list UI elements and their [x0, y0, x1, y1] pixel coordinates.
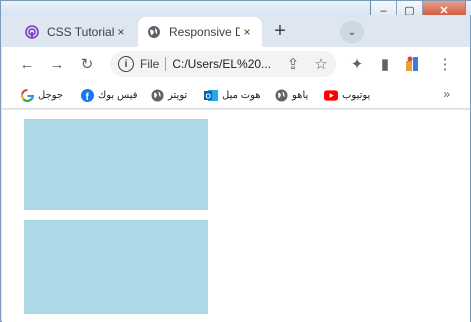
bookmark-label: يوتيوب [342, 89, 371, 101]
bookmark-label: جوجل [38, 89, 64, 101]
bookmark-hotmail[interactable]: O هوت ميل [204, 86, 261, 104]
tab-strip: CSS Tutorial × Responsive D × + ⌄ [2, 15, 470, 47]
back-icon[interactable]: ← [18, 55, 36, 73]
share-icon[interactable]: ⇪ [284, 55, 302, 73]
bookmark-twitter[interactable]: تويتر [150, 86, 187, 104]
outlook-icon: O [204, 88, 218, 102]
globe-icon [146, 24, 162, 40]
youtube-icon [324, 88, 338, 102]
tab-responsive-design[interactable]: Responsive D × [138, 17, 262, 47]
bookmark-facebook[interactable]: f فيس بوك [80, 86, 138, 104]
side-panel-icon[interactable]: ▮ [376, 55, 394, 73]
star-icon[interactable]: ☆ [312, 55, 330, 73]
bookmark-label: فيس بوك [98, 89, 138, 101]
profile-avatar-icon[interactable] [404, 55, 422, 73]
bookmark-label: هوت ميل [222, 89, 261, 101]
tab-search-button[interactable]: ⌄ [340, 21, 364, 43]
extensions-icon[interactable]: ✦ [348, 55, 366, 73]
info-icon[interactable]: i [118, 56, 134, 72]
svg-text:O: O [206, 93, 212, 100]
forward-icon[interactable]: → [48, 55, 66, 73]
bookmark-yahoo[interactable]: ياهو [274, 86, 308, 104]
address-bar[interactable]: i File C:/Users/EL%20... [110, 51, 336, 77]
bookmarks-overflow-icon[interactable]: » [443, 87, 450, 101]
light-blue-box [24, 220, 208, 314]
bookmark-youtube[interactable]: يوتيوب [324, 86, 370, 104]
close-icon[interactable]: × [240, 25, 254, 39]
browser-window: – ▢ ✕ CSS Tutorial × Responsive D × + ⌄ … [0, 0, 471, 322]
tab-title: CSS Tutorial [47, 25, 114, 39]
menu-icon[interactable]: ⋮ [436, 55, 454, 73]
tab-css-tutorial[interactable]: CSS Tutorial × [16, 17, 136, 47]
google-icon [20, 88, 34, 102]
bookmarks-bar: جوجل f فيس بوك تويتر O هوت ميل ياهو يوتي… [2, 81, 470, 109]
light-blue-box [24, 119, 208, 210]
globe-icon [150, 88, 164, 102]
url-scheme: File [140, 57, 160, 71]
close-icon[interactable]: × [114, 25, 128, 39]
bookmark-label: تويتر [168, 89, 188, 101]
page-viewport [2, 110, 470, 322]
divider [165, 57, 167, 71]
reload-icon[interactable]: ↻ [78, 55, 96, 73]
new-tab-button[interactable]: + [267, 21, 293, 43]
globe-icon [274, 88, 288, 102]
bookmark-label: ياهو [292, 89, 309, 101]
toolbar: ← → ↻ i File C:/Users/EL%20... ⇪ ☆ ✦ ▮ ⋮ [2, 47, 470, 81]
podcast-icon [24, 24, 40, 40]
tab-title: Responsive D [169, 25, 240, 39]
facebook-icon: f [80, 88, 94, 102]
bookmark-google[interactable]: جوجل [20, 86, 63, 104]
